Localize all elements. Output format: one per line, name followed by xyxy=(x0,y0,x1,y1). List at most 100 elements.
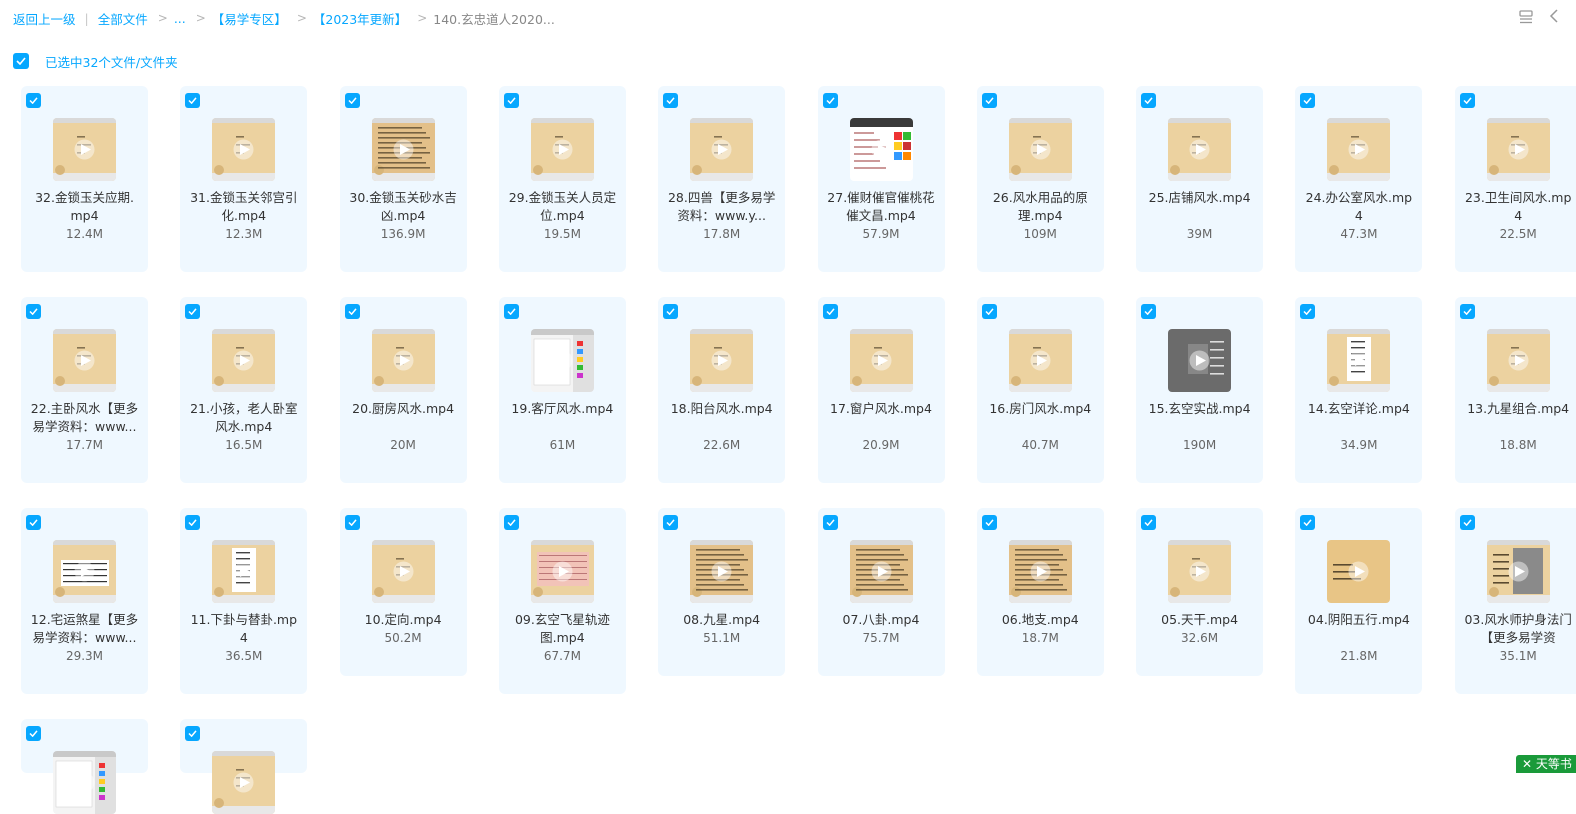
file-name[interactable]: 22.主卧风水【更多易学资料：www... xyxy=(29,400,140,436)
file-name[interactable]: 13.九星组合.mp4 xyxy=(1463,400,1574,418)
file-name[interactable]: 09.玄空飞星轨迹图.mp4 xyxy=(507,611,618,647)
file-name[interactable]: 12.宅运煞星【更多易学资料：www... xyxy=(29,611,140,647)
file-name[interactable]: 20.厨房风水.mp4 xyxy=(348,400,459,418)
video-thumbnail[interactable] xyxy=(1486,329,1550,392)
video-thumbnail[interactable] xyxy=(371,118,435,181)
file-checkbox[interactable] xyxy=(663,304,679,319)
file-name[interactable]: 06.地支.mp4 xyxy=(985,611,1096,629)
back-link[interactable]: 返回上一级 xyxy=(13,9,76,28)
video-thumbnail[interactable] xyxy=(849,329,913,392)
file-checkbox[interactable] xyxy=(344,93,360,108)
ad-badge[interactable]: ✕ 天等书 xyxy=(1516,755,1576,773)
file-card[interactable]: 14.玄空详论.mp4 34.9M xyxy=(1295,297,1423,483)
video-thumbnail[interactable] xyxy=(1008,118,1072,181)
video-thumbnail[interactable] xyxy=(849,118,913,181)
video-thumbnail[interactable] xyxy=(53,751,116,814)
file-checkbox[interactable] xyxy=(1141,304,1157,319)
file-name[interactable]: 11.下卦与替卦.mp4 xyxy=(188,611,299,647)
file-name[interactable]: 25.店铺风水.mp4 xyxy=(1144,189,1255,207)
file-card[interactable]: 16.房门风水.mp4 40.7M xyxy=(976,297,1104,483)
breadcrumb-ellipsis[interactable]: ... xyxy=(174,11,186,26)
file-checkbox[interactable] xyxy=(663,515,679,530)
video-thumbnail[interactable] xyxy=(371,540,435,603)
file-name[interactable]: 32.金锁玉关应期.mp4 xyxy=(29,189,140,225)
file-checkbox[interactable] xyxy=(1141,93,1157,108)
file-name[interactable]: 23.卫生间风水.mp4 xyxy=(1463,189,1574,225)
file-card[interactable]: 31.金锁玉关邻宫引化.mp4 12.3M xyxy=(180,86,308,272)
file-card[interactable]: 05.天干.mp4 32.6M xyxy=(1136,508,1264,676)
video-thumbnail[interactable] xyxy=(530,329,594,392)
video-thumbnail[interactable] xyxy=(53,118,116,181)
file-name[interactable]: 21.小孩，老人卧室风水.mp4 xyxy=(188,400,299,436)
video-thumbnail[interactable] xyxy=(690,118,754,181)
file-checkbox[interactable] xyxy=(503,515,519,530)
file-checkbox[interactable] xyxy=(1300,304,1316,319)
video-thumbnail[interactable] xyxy=(1327,118,1391,181)
file-card[interactable]: 06.地支.mp4 18.7M xyxy=(976,508,1104,676)
file-card[interactable]: 25.店铺风水.mp4 39M xyxy=(1136,86,1264,272)
file-name[interactable]: 26.风水用品的原理.mp4 xyxy=(985,189,1096,225)
file-name[interactable]: 07.八卦.mp4 xyxy=(826,611,937,629)
file-checkbox[interactable] xyxy=(26,304,41,319)
file-name[interactable]: 16.房门风水.mp4 xyxy=(985,400,1096,418)
file-card[interactable]: 19.客厅风水.mp4 61M xyxy=(498,297,626,483)
breadcrumb-update-2023[interactable]: 【2023年更新】 xyxy=(313,9,407,28)
file-card[interactable]: 23.卫生间风水.mp4 22.5M xyxy=(1454,86,1576,272)
video-thumbnail[interactable] xyxy=(1168,329,1232,392)
breadcrumb-all-files[interactable]: 全部文件 xyxy=(98,9,148,28)
file-checkbox[interactable] xyxy=(822,93,838,108)
file-card[interactable]: 17.窗户风水.mp4 20.9M xyxy=(817,297,945,483)
video-thumbnail[interactable] xyxy=(1486,540,1550,603)
video-thumbnail[interactable] xyxy=(371,329,435,392)
video-thumbnail[interactable] xyxy=(1008,540,1072,603)
file-card[interactable]: 15.玄空实战.mp4 190M xyxy=(1136,297,1264,483)
file-name[interactable]: 15.玄空实战.mp4 xyxy=(1144,400,1255,418)
file-checkbox[interactable] xyxy=(26,515,41,530)
file-name[interactable]: 10.定向.mp4 xyxy=(348,611,459,629)
file-checkbox[interactable] xyxy=(822,515,838,530)
video-thumbnail[interactable] xyxy=(53,540,116,603)
video-thumbnail[interactable] xyxy=(1168,540,1232,603)
file-checkbox[interactable] xyxy=(822,304,838,319)
video-thumbnail[interactable] xyxy=(849,540,913,603)
file-checkbox[interactable] xyxy=(981,515,997,530)
video-thumbnail[interactable] xyxy=(1008,329,1072,392)
file-name[interactable]: 19.客厅风水.mp4 xyxy=(507,400,618,418)
file-checkbox[interactable] xyxy=(1141,515,1157,530)
video-thumbnail[interactable] xyxy=(212,540,276,603)
file-card[interactable]: 18.阳台风水.mp4 22.6M xyxy=(658,297,786,483)
file-card[interactable]: 30.金锁玉关砂水吉凶.mp4 136.9M xyxy=(339,86,467,272)
file-checkbox[interactable] xyxy=(1300,515,1316,530)
file-card[interactable]: 07.八卦.mp4 75.7M xyxy=(817,508,945,676)
file-name[interactable]: 17.窗户风水.mp4 xyxy=(826,400,937,418)
file-card[interactable]: 27.催财催官催桃花催文昌.mp4 57.9M xyxy=(817,86,945,272)
file-card[interactable]: 24.办公室风水.mp4 47.3M xyxy=(1295,86,1423,272)
file-card[interactable]: 12.宅运煞星【更多易学资料：www... 29.3M xyxy=(21,508,148,694)
file-name[interactable]: 04.阴阳五行.mp4 xyxy=(1303,611,1414,629)
file-checkbox[interactable] xyxy=(1459,93,1475,108)
file-checkbox[interactable] xyxy=(185,726,201,741)
list-view-icon[interactable] xyxy=(1519,9,1533,24)
file-card[interactable] xyxy=(21,719,148,814)
video-thumbnail[interactable] xyxy=(212,751,276,814)
video-thumbnail[interactable] xyxy=(1327,540,1391,603)
file-checkbox[interactable] xyxy=(1459,515,1475,530)
file-checkbox[interactable] xyxy=(503,93,519,108)
file-card[interactable]: 20.厨房风水.mp4 20M xyxy=(339,297,467,483)
file-card[interactable]: 10.定向.mp4 50.2M xyxy=(339,508,467,676)
file-card[interactable]: 09.玄空飞星轨迹图.mp4 67.7M xyxy=(498,508,626,694)
file-name[interactable]: 30.金锁玉关砂水吉凶.mp4 xyxy=(348,189,459,225)
file-card[interactable]: 03.风水师护身法门【更多易学资 35.1M xyxy=(1454,508,1576,694)
chevron-left-icon[interactable] xyxy=(1548,8,1560,24)
video-thumbnail[interactable] xyxy=(53,329,116,392)
file-checkbox[interactable] xyxy=(185,304,201,319)
file-card[interactable]: 11.下卦与替卦.mp4 36.5M xyxy=(180,508,308,694)
file-checkbox[interactable] xyxy=(1459,304,1475,319)
file-checkbox[interactable] xyxy=(26,726,41,741)
file-name[interactable]: 05.天干.mp4 xyxy=(1144,611,1255,629)
file-checkbox[interactable] xyxy=(663,93,679,108)
file-card[interactable]: 26.风水用品的原理.mp4 109M xyxy=(976,86,1104,272)
video-thumbnail[interactable] xyxy=(530,118,594,181)
file-name[interactable]: 18.阳台风水.mp4 xyxy=(666,400,777,418)
file-checkbox[interactable] xyxy=(1300,93,1316,108)
